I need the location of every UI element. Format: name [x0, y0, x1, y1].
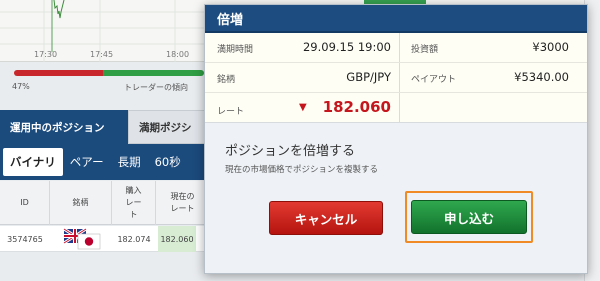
symbol-value: GBP/JPY	[346, 70, 391, 84]
tab-pair[interactable]: ペアー	[63, 148, 111, 176]
expiry-label: 満期時間	[217, 45, 254, 55]
dialog-heading: ポジションを倍増する	[225, 144, 356, 159]
column-header-symbol: 銘柄	[50, 181, 112, 225]
investment-label: 投資額	[411, 45, 439, 55]
dialog-header: 倍増	[205, 5, 587, 33]
sentiment-down-portion	[14, 70, 104, 76]
tab-60-seconds[interactable]: 60秒	[148, 148, 188, 176]
info-row-expiry: 満期時間 29.09.15 19:00 投資額 ¥3000	[205, 33, 587, 63]
rate-down-arrow-icon: ▼	[299, 102, 307, 113]
apply-button[interactable]: 申し込む	[411, 200, 527, 234]
position-id: 3574765	[7, 234, 43, 244]
column-header-purchase-rate: 購入レート	[112, 181, 156, 225]
payout-value: ¥5340.00	[514, 70, 569, 84]
time-label: 17:30	[34, 50, 58, 59]
double-up-dialog: 倍増 満期時間 29.09.15 19:00 投資額 ¥3000 銘柄 GBP/…	[204, 4, 588, 274]
investment-value: ¥3000	[532, 40, 569, 54]
info-row-symbol: 銘柄 GBP/JPY ペイアウト ¥5340.00	[205, 63, 587, 93]
purchase-rate: 182.074	[117, 234, 151, 244]
time-label: 17:45	[90, 50, 114, 59]
symbol-label: 銘柄	[217, 75, 236, 85]
sentiment-percent: 47%	[12, 82, 30, 91]
info-row-rate: レート ▼ 182.060	[205, 93, 587, 123]
tab-expired-positions[interactable]: 満期ポジシ	[128, 110, 210, 144]
instrument-tabs: バイナリ ペアー 長期 60秒	[0, 144, 210, 180]
tab-binary[interactable]: バイナリ	[3, 148, 63, 176]
gbp-jpy-flags-icon	[63, 227, 101, 250]
column-header-id: ID	[0, 181, 50, 225]
trader-trend-label: トレーダーの傾向	[124, 83, 188, 92]
positions-table-header: ID 銘柄 購入レート 現在のレート	[0, 181, 210, 225]
tab-open-positions[interactable]: 運用中のポジション	[0, 110, 128, 144]
current-rate: 182.060	[158, 226, 196, 252]
column-header-current-rate: 現在のレート	[156, 181, 210, 225]
rate-value: 182.060	[322, 98, 391, 116]
position-info-panel: 満期時間 29.09.15 19:00 投資額 ¥3000 銘柄 GBP/JPY…	[205, 33, 587, 123]
sentiment-up-portion	[103, 70, 204, 76]
cancel-button[interactable]: キャンセル	[269, 201, 383, 235]
dialog-description: 現在の市場価格でポジションを複製する	[225, 165, 379, 175]
rate-label: レート	[217, 107, 245, 117]
dialog-title: 倍増	[217, 12, 244, 28]
position-tabs: 運用中のポジション 満期ポジシ	[0, 110, 210, 144]
time-label: 18:00	[166, 50, 190, 59]
payout-label: ペイアウト	[411, 75, 457, 85]
tab-long-term[interactable]: 長期	[111, 148, 148, 176]
trader-sentiment-bar	[14, 70, 204, 76]
expiry-value: 29.09.15 19:00	[302, 40, 391, 54]
